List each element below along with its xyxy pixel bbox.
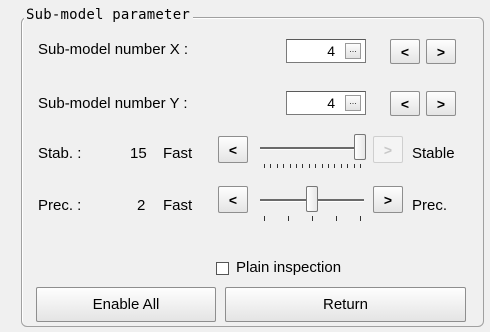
slider-tick [312,216,313,221]
prec-slider[interactable] [258,186,366,226]
slider-tick [353,164,355,168]
submodel-y-decrement-button[interactable]: < [390,91,420,116]
slider-tick [264,216,265,221]
stab-slider-thumb[interactable] [354,134,366,160]
slider-tick [340,164,342,168]
prec-decrement-button[interactable]: < [218,186,248,213]
submodel-x-increment-button[interactable]: > [426,39,456,64]
prec-value: 2 [137,197,146,214]
submodel-x-value: 4 [327,43,335,59]
slider-tick [360,216,361,221]
slider-tick [336,216,337,221]
prec-prec-label: Prec. [412,197,448,214]
stab-increment-button: > [373,136,403,163]
submodel-x-label: Sub-model number X : [38,41,189,58]
submodel-x-field[interactable]: 4 ... [286,39,366,63]
slider-tick [347,164,349,168]
slider-tick [264,164,265,168]
submodel-y-value: 4 [327,95,335,111]
stab-fast-label: Fast [163,145,193,162]
submodel-y-ellipsis-button[interactable]: ... [345,95,361,111]
stab-slider[interactable] [258,134,366,174]
submodel-x-decrement-button[interactable]: < [390,39,420,64]
slider-tick [270,164,272,168]
slider-tick [302,164,304,168]
submodel-y-increment-button[interactable]: > [426,91,456,116]
slider-tick [360,164,361,168]
stab-stable-label: Stable [412,145,455,162]
stab-label: Stab. : [38,145,82,162]
plain-inspection-checkbox[interactable] [216,262,229,275]
group-title: Sub-model parameter [24,7,193,23]
slider-tick [289,164,291,168]
enable-all-button[interactable]: Enable All [36,287,216,322]
slider-tick [308,164,310,168]
prec-increment-button[interactable]: > [373,186,403,213]
slider-tick [288,216,289,221]
stab-decrement-button[interactable]: < [218,136,248,163]
stab-value: 15 [130,145,147,162]
slider-tick [283,164,285,168]
slider-tick [334,164,336,168]
prec-label: Prec. : [38,197,82,214]
slider-tick [296,164,297,168]
prec-fast-label: Fast [163,197,193,214]
slider-tick [328,164,329,168]
slider-tick [276,164,278,168]
return-button[interactable]: Return [225,287,466,322]
plain-inspection-label[interactable]: Plain inspection [236,259,341,276]
stab-slider-track [260,147,364,150]
submodel-y-field[interactable]: 4 ... [286,91,366,115]
slider-tick [321,164,323,168]
prec-slider-thumb[interactable] [306,186,318,212]
slider-tick [315,164,317,168]
submodel-x-ellipsis-button[interactable]: ... [345,43,361,59]
submodel-y-label: Sub-model number Y : [38,95,188,112]
